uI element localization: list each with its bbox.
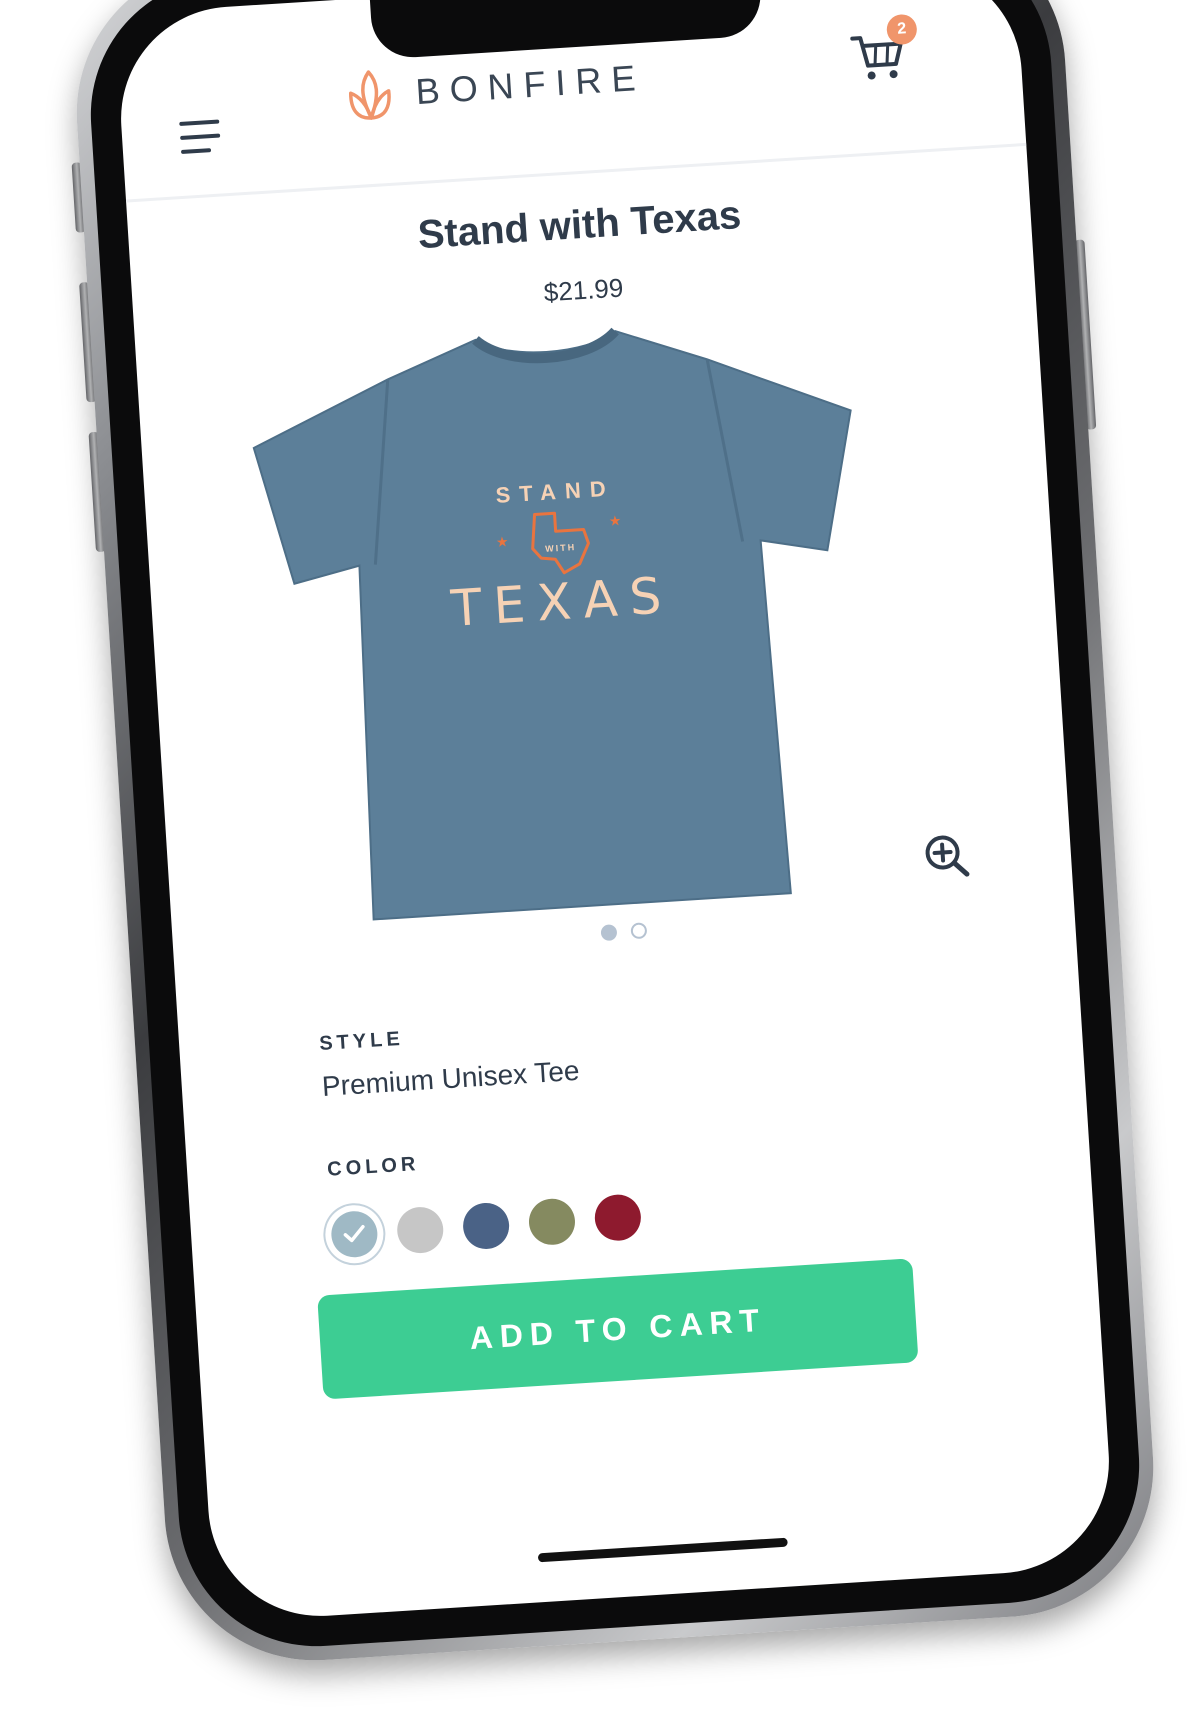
star-right-icon: ★ — [608, 513, 622, 530]
menu-icon-line — [180, 148, 212, 154]
carousel-dot-2[interactable] — [630, 922, 648, 940]
brand-name: BONFIRE — [414, 56, 647, 113]
style-label: STYLE — [318, 1027, 405, 1056]
check-icon — [330, 1210, 379, 1259]
zoom-in-icon — [925, 835, 970, 877]
phone-screen: BONFIRE 2 Stand with Texas $21.99 STAND — [114, 0, 1116, 1623]
star-left-icon: ★ — [495, 534, 509, 551]
bonfire-logo-icon — [348, 70, 391, 120]
menu-button[interactable] — [179, 119, 225, 156]
color-swatch-1[interactable] — [329, 1209, 379, 1259]
add-to-cart-button[interactable]: ADD TO CART — [317, 1258, 919, 1400]
shirt-print-with: WITH — [545, 542, 577, 554]
color-swatch-4[interactable] — [527, 1197, 577, 1247]
color-swatch-5[interactable] — [593, 1193, 643, 1243]
brand-logo-link[interactable]: BONFIRE — [344, 51, 647, 124]
color-swatches — [329, 1193, 643, 1259]
menu-icon-line — [179, 119, 220, 127]
carousel-dot-1[interactable] — [600, 924, 618, 942]
style-selector[interactable]: Premium Unisex Tee — [321, 1055, 580, 1103]
menu-icon-line — [180, 133, 221, 141]
home-indicator[interactable] — [537, 1537, 788, 1563]
color-swatch-3[interactable] — [461, 1201, 511, 1251]
cart-button[interactable]: 2 — [849, 13, 918, 83]
color-swatch-2[interactable] — [395, 1205, 445, 1255]
phone-frame: BONFIRE 2 Stand with Texas $21.99 STAND — [67, 0, 1163, 1670]
zoom-button[interactable] — [922, 832, 971, 881]
product-image[interactable]: STAND WITH ★ ★ TEXAS — [235, 298, 891, 936]
color-label: COLOR — [326, 1153, 421, 1181]
